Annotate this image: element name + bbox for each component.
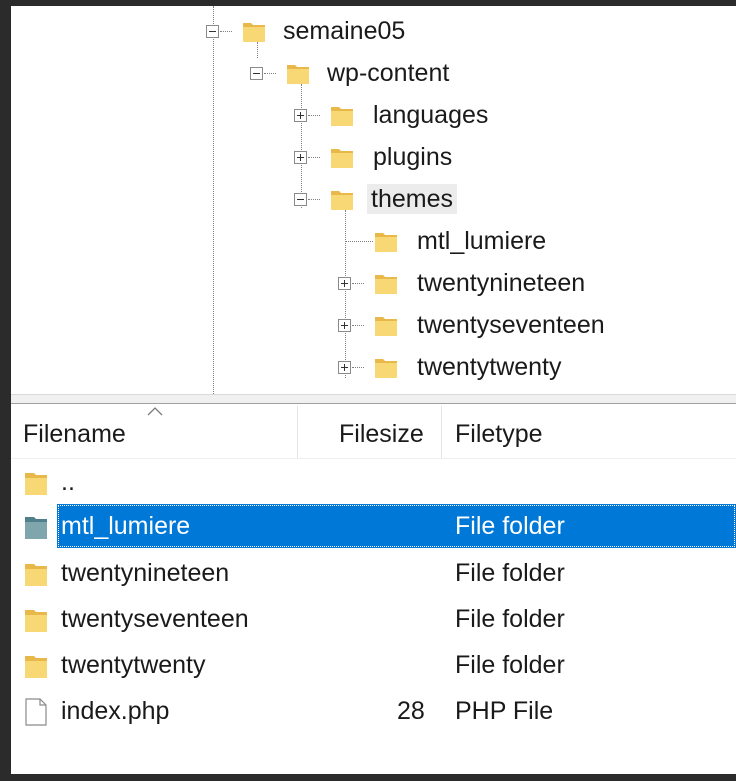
- tree-node-themes[interactable]: themes: [11, 178, 457, 218]
- pane-splitter[interactable]: [11, 394, 736, 404]
- tree-node-semaine05[interactable]: semaine05: [11, 10, 411, 50]
- collapse-icon[interactable]: [206, 25, 219, 38]
- folder-icon: [331, 107, 353, 126]
- folder-icon: [25, 610, 47, 632]
- file-name: twentynineteen: [61, 559, 230, 587]
- folder-icon: [243, 23, 265, 42]
- file-type: File folder: [455, 605, 565, 633]
- tree-node-twentyseventeen[interactable]: twentyseventeen: [11, 304, 605, 344]
- file-name-cell[interactable]: twentyseventeen File folder: [57, 597, 736, 641]
- file-name-cell[interactable]: ..: [57, 460, 736, 504]
- column-header-filetype[interactable]: Filetype: [455, 414, 543, 454]
- collapse-icon[interactable]: [294, 193, 307, 206]
- file-name-cell[interactable]: twentytwenty File folder: [57, 643, 736, 687]
- expand-icon[interactable]: [294, 109, 307, 122]
- tree-line: [352, 325, 364, 326]
- folder-icon: [331, 191, 353, 210]
- folder-icon: [25, 473, 47, 495]
- expand-icon[interactable]: [338, 277, 351, 290]
- tree-line: [308, 115, 320, 116]
- tree-node-label[interactable]: wp-content: [323, 58, 453, 88]
- expand-icon[interactable]: [338, 361, 351, 374]
- tree-line: [308, 199, 320, 200]
- column-header-row: Filename Filesize Filetype: [11, 404, 736, 459]
- folder-icon: [25, 656, 47, 678]
- column-divider[interactable]: [441, 406, 442, 458]
- file-name: ..: [61, 468, 75, 496]
- folder-icon: [375, 275, 397, 294]
- file-type: File folder: [455, 651, 565, 679]
- file-size: 28: [397, 697, 425, 725]
- column-header-filesize[interactable]: Filesize: [339, 414, 424, 454]
- file-row-mtl-lumiere[interactable]: mtl_lumiere File folder: [11, 504, 736, 548]
- folder-icon: [375, 317, 397, 336]
- file-type: File folder: [455, 512, 565, 540]
- file-type: PHP File: [455, 697, 554, 725]
- directory-tree: semaine05 wp-content languages plugins t…: [11, 6, 736, 394]
- folder-icon: [287, 65, 309, 84]
- tree-line: [352, 283, 364, 284]
- tree-node-label[interactable]: mtl_lumiere: [413, 226, 550, 256]
- file-name-cell[interactable]: index.php 28 PHP File: [57, 689, 736, 733]
- file-name: mtl_lumiere: [61, 512, 191, 540]
- file-row-twentynineteen[interactable]: twentynineteen File folder: [11, 551, 736, 595]
- file-name: twentyseventeen: [61, 605, 249, 633]
- file-name: twentytwenty: [61, 651, 206, 679]
- folder-icon: [375, 359, 397, 378]
- file-row-twentyseventeen[interactable]: twentyseventeen File folder: [11, 597, 736, 641]
- tree-node-label[interactable]: twentyseventeen: [413, 310, 609, 340]
- tree-line: [308, 157, 320, 158]
- tree-node-label[interactable]: twentynineteen: [413, 268, 589, 298]
- collapse-icon[interactable]: [250, 67, 263, 80]
- file-row-parent[interactable]: ..: [11, 460, 736, 504]
- tree-node-wp-content[interactable]: wp-content: [11, 52, 449, 92]
- tree-node-label[interactable]: semaine05: [279, 16, 409, 46]
- tree-line: [220, 31, 232, 32]
- tree-node-label[interactable]: languages: [369, 100, 492, 130]
- tree-node-mtl-lumiere[interactable]: mtl_lumiere: [11, 220, 546, 260]
- folder-icon: [25, 517, 47, 539]
- tree-node-label[interactable]: plugins: [369, 142, 456, 172]
- folder-icon: [25, 564, 47, 586]
- file-list: Filename Filesize Filetype .. mtl_lumier…: [11, 404, 736, 774]
- column-header-filename[interactable]: Filename: [23, 414, 126, 454]
- tree-line: [352, 367, 364, 368]
- file-icon: [25, 698, 47, 726]
- file-name-cell[interactable]: twentynineteen File folder: [57, 551, 736, 595]
- file-row-twentytwenty[interactable]: twentytwenty File folder: [11, 643, 736, 687]
- file-row-index-php[interactable]: index.php 28 PHP File: [11, 689, 736, 733]
- tree-node-twentynineteen[interactable]: twentynineteen: [11, 262, 585, 302]
- tree-node-label[interactable]: themes: [367, 184, 457, 214]
- file-name-cell[interactable]: mtl_lumiere File folder: [57, 504, 736, 548]
- file-name: index.php: [61, 697, 170, 725]
- sort-ascending-icon: [147, 407, 163, 416]
- expand-icon[interactable]: [338, 319, 351, 332]
- expand-icon[interactable]: [294, 151, 307, 164]
- tree-node-plugins[interactable]: plugins: [11, 136, 452, 176]
- folder-icon: [331, 149, 353, 168]
- tree-node-label[interactable]: twentytwenty: [413, 352, 566, 382]
- file-type: File folder: [455, 559, 565, 587]
- tree-node-languages[interactable]: languages: [11, 94, 488, 134]
- column-divider[interactable]: [297, 406, 298, 458]
- tree-node-twentytwenty[interactable]: twentytwenty: [11, 346, 562, 386]
- folder-icon: [375, 233, 397, 252]
- tree-line: [264, 73, 276, 74]
